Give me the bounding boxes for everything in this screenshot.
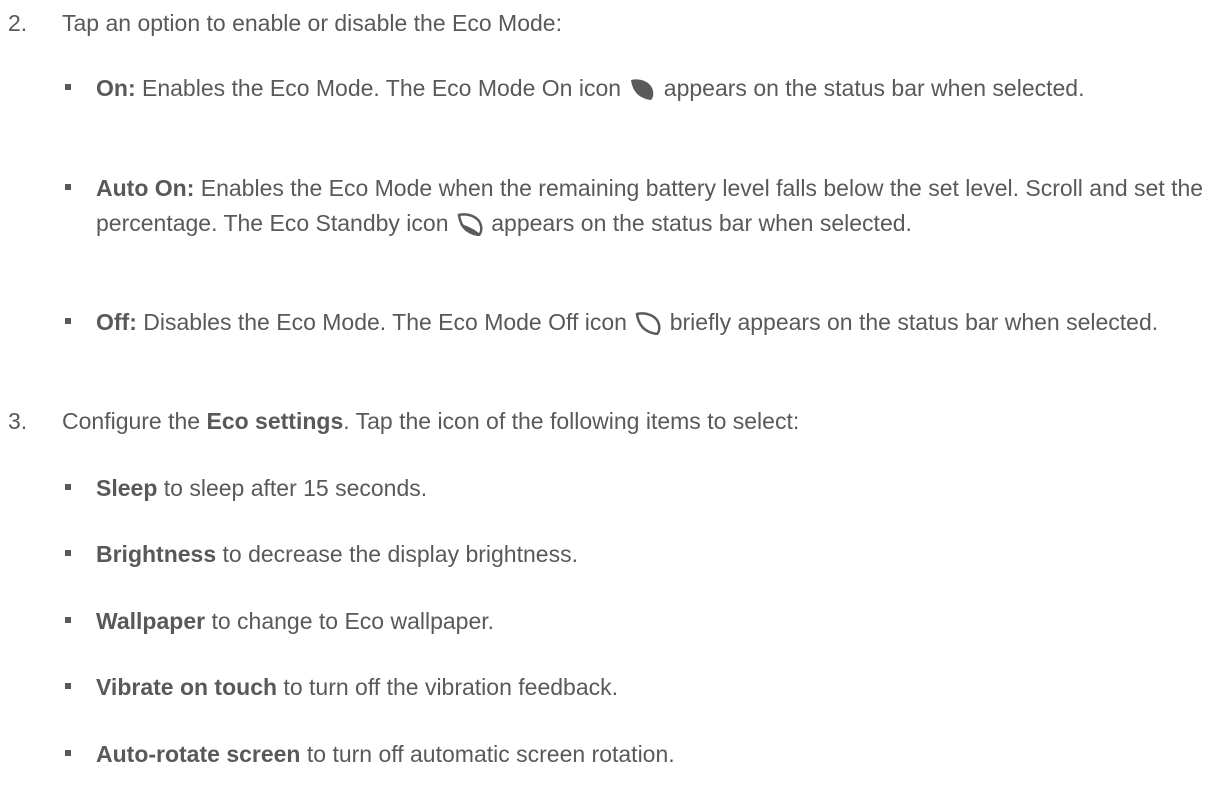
option-desc-2: briefly appears on the status bar when s…: [663, 309, 1159, 335]
setting-label: Vibrate on touch: [96, 674, 278, 700]
step-text-bold: Eco settings: [206, 408, 344, 434]
bullet: [65, 484, 71, 490]
setting-text: Vibrate on touch to turn off the vibrati…: [96, 670, 1206, 705]
setting-text: Sleep to sleep after 15 seconds.: [96, 471, 1206, 506]
option-text: On: Enables the Eco Mode. The Eco Mode O…: [96, 71, 1206, 106]
step-number: 2.: [8, 10, 28, 36]
option-text: Off: Disables the Eco Mode. The Eco Mode…: [96, 305, 1206, 340]
eco-mode-off-leaf-icon: [635, 312, 661, 335]
eco-standby-leaf-icon: [457, 212, 483, 236]
setting-text: Wallpaper to change to Eco wallpaper.: [96, 604, 1206, 639]
setting-wallpaper: Wallpaper to change to Eco wallpaper.: [65, 604, 1206, 639]
setting-text: Brightness to decrease the display brigh…: [96, 537, 1206, 572]
option-text: Auto On: Enables the Eco Mode when the r…: [96, 171, 1206, 240]
setting-desc: to sleep after 15 seconds.: [157, 475, 428, 501]
option-on: On: Enables the Eco Mode. The Eco Mode O…: [65, 71, 1206, 106]
setting-label: Wallpaper: [96, 608, 206, 634]
option-label: Auto On:: [96, 175, 195, 201]
option-desc-2: appears on the status bar when selected.: [484, 209, 912, 236]
option-desc-2: appears on the status bar when selected.: [657, 75, 1085, 101]
bullet: [65, 550, 71, 556]
bullet: [65, 84, 71, 90]
option-desc: Enables the Eco Mode. The Eco Mode On ic…: [135, 75, 628, 101]
setting-label: Auto-rotate screen: [96, 741, 301, 767]
setting-brightness: Brightness to decrease the display brigh…: [65, 537, 1206, 572]
step-text: Tap an option to enable or disable the E…: [62, 10, 562, 36]
option-label: On:: [96, 75, 136, 101]
option-auto-on: Auto On: Enables the Eco Mode when the r…: [65, 171, 1206, 240]
option-label: Off:: [96, 309, 137, 335]
setting-label: Sleep: [96, 475, 158, 501]
bullet: [65, 318, 71, 324]
setting-desc: to decrease the display brightness.: [216, 541, 578, 567]
bullet: [65, 617, 71, 623]
bullet: [65, 683, 71, 689]
setting-desc: to change to Eco wallpaper.: [205, 608, 495, 634]
step-text-post: . Tap the icon of the following items to…: [343, 408, 800, 434]
step-text-pre: Configure the: [62, 408, 207, 434]
setting-sleep: Sleep to sleep after 15 seconds.: [65, 471, 1206, 506]
bullet: [65, 750, 71, 756]
setting-auto-rotate-screen: Auto-rotate screen to turn off automatic…: [65, 737, 1206, 772]
option-off: Off: Disables the Eco Mode. The Eco Mode…: [65, 305, 1206, 340]
option-desc: Disables the Eco Mode. The Eco Mode Off …: [136, 309, 634, 335]
step-text: Configure the Eco settings. Tap the icon…: [62, 404, 799, 439]
eco-mode-on-leaf-icon: [631, 79, 654, 100]
setting-desc: to turn off automatic screen rotation.: [300, 741, 675, 767]
step-number: 3.: [8, 408, 28, 434]
setting-text: Auto-rotate screen to turn off automatic…: [96, 737, 1206, 772]
setting-desc: to turn off the vibration feedback.: [277, 674, 619, 700]
setting-vibrate-on-touch: Vibrate on touch to turn off the vibrati…: [65, 670, 1206, 705]
setting-label: Brightness: [96, 541, 217, 567]
bullet: [65, 184, 71, 190]
